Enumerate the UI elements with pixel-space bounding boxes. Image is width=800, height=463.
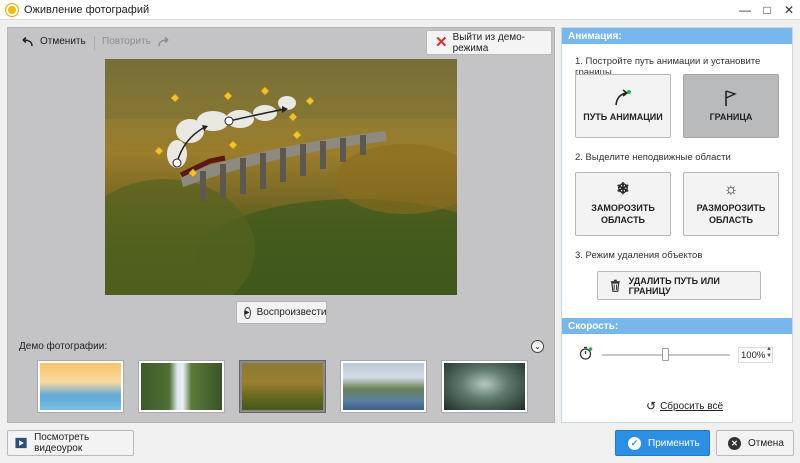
toolbar-divider [94, 36, 95, 50]
freeze-area-button[interactable]: ❄ ЗАМОРОЗИТЬ ОБЛАСТЬ [575, 172, 671, 236]
reset-label: Сбросить всё [660, 400, 724, 412]
close-icon[interactable]: ✕ [778, 0, 800, 20]
maximize-icon[interactable]: □ [756, 0, 778, 20]
cancel-button[interactable]: ✕ Отмена [716, 430, 794, 456]
border-label: ГРАНИЦА [709, 111, 753, 122]
photo-scene [105, 59, 457, 295]
unfreeze-label: РАЗМОРОЗИТЬ ОБЛАСТЬ [696, 202, 766, 225]
reset-all-link[interactable]: ↺ Сбросить всё [646, 399, 723, 413]
cancel-icon: ✕ [728, 436, 741, 450]
thumbnail-smoke-abstract[interactable] [442, 361, 527, 412]
apply-button[interactable]: ✓ Применить [615, 430, 710, 456]
unfreeze-area-button[interactable]: ☼ РАЗМОРОЗИТЬ ОБЛАСТЬ [683, 172, 779, 236]
check-icon: ✓ [628, 436, 641, 450]
delete-label: УДАЛИТЬ ПУТЬ ИЛИ ГРАНИЦУ [628, 275, 720, 296]
snowflake-icon: ❄ [616, 180, 630, 198]
speed-slider-thumb[interactable] [662, 348, 669, 361]
demo-photos-label: Демо фотографии: [19, 341, 108, 352]
title-bar: Оживление фотографий — □ ✕ [0, 0, 800, 20]
play-label: Воспроизвести [256, 307, 327, 318]
exit-icon: ✕ [435, 34, 448, 51]
thumbnail-beach-couple[interactable] [38, 361, 123, 412]
exit-demo-button[interactable]: ✕ Выйти из демо-режима [426, 30, 552, 55]
flag-icon [725, 89, 737, 106]
demo-thumbnails [38, 361, 527, 412]
border-button[interactable]: ГРАНИЦА [683, 74, 779, 138]
sun-icon: ☼ [723, 180, 739, 198]
settings-panel: Анимация: 1. Постройте путь анимации и у… [561, 27, 793, 423]
video-icon [15, 437, 27, 449]
chevron-down-icon[interactable]: ⌄ [531, 340, 544, 353]
redo-button[interactable]: Повторить [102, 36, 171, 47]
play-icon: ▶ [244, 306, 251, 319]
cancel-label: Отмена [748, 437, 784, 449]
thumbnail-river-valley[interactable] [341, 361, 426, 412]
redo-label: Повторить [102, 36, 151, 47]
watch-tutorial-label: Посмотреть видеоурок [34, 432, 90, 454]
watch-tutorial-button[interactable]: Посмотреть видеоурок [7, 430, 134, 456]
delete-path-button[interactable]: УДАЛИТЬ ПУТЬ ИЛИ ГРАНИЦУ [597, 271, 761, 300]
photo-canvas[interactable] [105, 59, 457, 295]
preview-panel: Отменить Повторить ✕ Выйти из демо-режим… [7, 27, 555, 423]
curve-arrow-icon [615, 89, 631, 105]
thumbnail-waterfall[interactable] [139, 361, 224, 412]
undo-label: Отменить [40, 36, 86, 47]
speed-stepper[interactable]: ▲ ▼ [766, 346, 772, 360]
thumbnail-train-viaduct[interactable] [240, 361, 325, 412]
animation-path-label: ПУТЬ АНИМАЦИИ [583, 111, 663, 122]
stopwatch-icon [579, 346, 593, 360]
trash-icon [610, 279, 620, 292]
reset-icon: ↺ [646, 399, 657, 413]
step-2-label: 2. Выделите неподвижные области [575, 152, 731, 163]
play-button[interactable]: ▶ Воспроизвести [236, 301, 327, 324]
step-3-label: 3. Режим удаления объектов [575, 250, 703, 261]
animation-section-header: Анимация: [562, 28, 792, 44]
redo-icon [158, 36, 169, 46]
apply-label: Применить [648, 437, 700, 449]
window-title: Оживление фотографий [24, 3, 150, 16]
freeze-label: ЗАМОРОЗИТЬ ОБЛАСТЬ [591, 202, 655, 225]
speed-section-header: Скорость: [562, 318, 792, 334]
minimize-icon[interactable]: — [734, 0, 756, 20]
undo-icon [22, 36, 33, 46]
exit-demo-label: Выйти из демо-режима [452, 31, 526, 54]
undo-button[interactable]: Отменить [20, 36, 86, 47]
app-logo-icon [6, 3, 18, 16]
animation-path-button[interactable]: ПУТЬ АНИМАЦИИ [575, 74, 671, 138]
